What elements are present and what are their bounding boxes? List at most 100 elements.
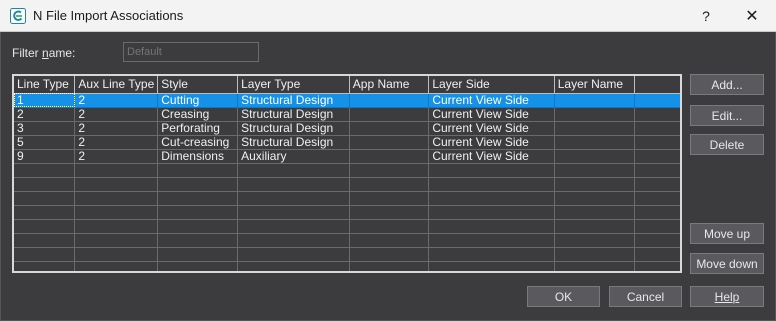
table-cell[interactable]: Creasing [157, 107, 239, 122]
table-cell [74, 205, 159, 220]
table-cell [157, 163, 239, 178]
table-cell [14, 205, 76, 220]
column-header[interactable]: Style [157, 76, 239, 94]
table-cell [428, 191, 555, 206]
column-header[interactable] [634, 76, 680, 94]
table-cell[interactable] [349, 149, 430, 164]
table-cell[interactable]: Structural Design [237, 107, 350, 122]
table-cell [428, 205, 555, 220]
table-row[interactable]: 1 2 Cutting Structural Design Current View S… [14, 93, 680, 108]
filter-name-label: Filter name: [12, 46, 76, 60]
associations-grid[interactable]: Line Type Aux Line Type Style Layer Type App… [12, 74, 682, 273]
table-cell[interactable] [634, 135, 680, 150]
table-row[interactable]: 5 2 Cut-creasing Structural Design Current V… [14, 135, 680, 150]
table-cell [237, 177, 350, 192]
ok-button[interactable]: OK [527, 286, 600, 307]
table-cell[interactable]: Cutting [157, 93, 239, 108]
column-header[interactable]: Aux Line Type [74, 76, 159, 94]
table-cell[interactable]: Current View Side [428, 149, 555, 164]
table-cell [14, 247, 76, 262]
delete-button[interactable]: Delete [690, 134, 764, 155]
table-cell[interactable]: Structural Design [237, 93, 350, 108]
title-bar[interactable]: N File Import Associations ? ✕ [0, 0, 776, 32]
table-cell [634, 177, 680, 192]
table-cell [14, 177, 76, 192]
column-header[interactable]: Layer Name [554, 76, 635, 94]
table-cell [554, 163, 635, 178]
move-down-button[interactable]: Move down [690, 253, 764, 274]
table-cell[interactable] [634, 121, 680, 136]
table-cell[interactable] [554, 121, 635, 136]
table-cell[interactable] [634, 93, 680, 108]
table-cell[interactable]: 2 [74, 121, 159, 136]
table-row[interactable]: 2 2 Creasing Structural Design Current View … [14, 107, 680, 122]
table-cell [349, 191, 430, 206]
column-header[interactable]: Layer Type [237, 76, 350, 94]
table-cell [634, 261, 680, 271]
table-cell[interactable] [349, 107, 430, 122]
table-cell [428, 219, 555, 234]
empty-table-row [14, 163, 680, 178]
empty-table-row [14, 205, 680, 220]
table-cell[interactable]: 2 [14, 107, 76, 122]
table-cell [349, 205, 430, 220]
table-cell [554, 191, 635, 206]
help-button[interactable]: Help [690, 286, 764, 307]
table-cell[interactable] [554, 93, 635, 108]
table-cell[interactable]: 2 [74, 93, 159, 108]
table-cell[interactable] [349, 121, 430, 136]
table-row[interactable]: 3 2 Perforating Structural Design Current Vi… [14, 121, 680, 136]
table-cell[interactable] [554, 149, 635, 164]
table-header-row: Line Type Aux Line Type Style Layer Type App… [14, 76, 680, 94]
table-cell [554, 261, 635, 271]
table-cell[interactable]: 2 [74, 107, 159, 122]
table-cell[interactable]: 9 [14, 149, 76, 164]
table-cell[interactable]: Current View Side [428, 107, 555, 122]
move-up-button[interactable]: Move up [690, 223, 764, 244]
table-cell[interactable]: Cut-creasing [157, 135, 239, 150]
table-cell [634, 233, 680, 248]
table-cell[interactable]: Dimensions [157, 149, 239, 164]
table-cell[interactable]: 2 [74, 149, 159, 164]
table-cell[interactable]: 1 [14, 93, 76, 108]
table-cell [634, 247, 680, 262]
filter-name-input[interactable] [123, 42, 259, 62]
table-cell [554, 247, 635, 262]
table-cell [74, 233, 159, 248]
table-cell [428, 261, 555, 271]
table-cell[interactable] [349, 93, 430, 108]
table-cell [74, 177, 159, 192]
close-button[interactable]: ✕ [730, 0, 774, 32]
table-cell[interactable]: Current View Side [428, 135, 555, 150]
table-cell[interactable] [634, 107, 680, 122]
table-cell[interactable]: Current View Side [428, 93, 555, 108]
table-cell[interactable]: 3 [14, 121, 76, 136]
edit-button[interactable]: Edit... [690, 105, 764, 126]
table-cell [74, 219, 159, 234]
table-cell [428, 247, 555, 262]
table-cell[interactable]: Structural Design [237, 135, 350, 150]
table-body: 1 2 Cutting Structural Design Current View S… [14, 93, 680, 271]
column-header[interactable]: Layer Side [428, 76, 555, 94]
table-cell[interactable]: 2 [74, 135, 159, 150]
table-cell[interactable] [634, 149, 680, 164]
table-cell[interactable]: 5 [14, 135, 76, 150]
table-cell [634, 219, 680, 234]
table-cell[interactable]: Auxiliary [237, 149, 350, 164]
table-cell[interactable] [554, 135, 635, 150]
table-row[interactable]: 9 2 Dimensions Auxiliary Current View Side [14, 149, 680, 164]
column-header[interactable]: App Name [349, 76, 430, 94]
column-header[interactable]: Line Type [14, 76, 76, 94]
table-cell[interactable]: Perforating [157, 121, 239, 136]
table-cell [157, 261, 239, 271]
help-title-button[interactable]: ? [684, 0, 728, 32]
table-cell[interactable]: Structural Design [237, 121, 350, 136]
table-cell[interactable]: Current View Side [428, 121, 555, 136]
table-cell[interactable] [554, 107, 635, 122]
add-button[interactable]: Add... [690, 74, 764, 95]
table-cell[interactable] [349, 135, 430, 150]
cancel-button[interactable]: Cancel [609, 286, 682, 307]
table-cell [349, 177, 430, 192]
empty-table-row [14, 261, 680, 271]
empty-table-row [14, 191, 680, 206]
